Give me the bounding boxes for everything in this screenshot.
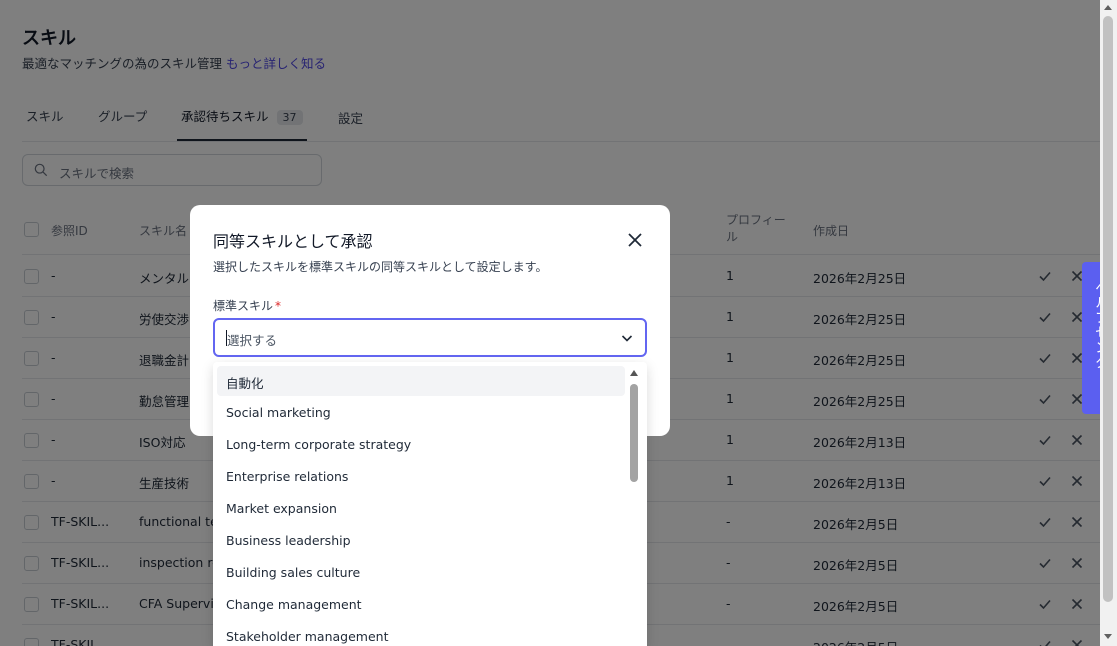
- dropdown-option[interactable]: Social marketing: [217, 398, 625, 428]
- dropdown-scrollbar[interactable]: [627, 362, 643, 646]
- dropdown-option[interactable]: 自動化: [217, 366, 625, 396]
- dropdown-scrollbar-thumb[interactable]: [630, 384, 638, 482]
- dropdown-option[interactable]: Enterprise relations: [217, 462, 625, 492]
- skill-options-dropdown: 自動化 Social marketing Long-term corporate s…: [213, 362, 647, 646]
- dropdown-option[interactable]: Stakeholder management: [217, 622, 625, 646]
- page-scrollbar[interactable]: [1100, 0, 1117, 646]
- modal-description: 選択したスキルを標準スキルの同等スキルとして設定します。: [213, 260, 548, 274]
- scroll-up-arrow[interactable]: [1104, 5, 1112, 10]
- required-mark: *: [275, 299, 282, 313]
- dropdown-option[interactable]: Business leadership: [217, 526, 625, 556]
- field-label-text: 標準スキル: [213, 299, 274, 313]
- standard-skill-select[interactable]: 選択する: [213, 318, 647, 357]
- chevron-down-icon[interactable]: [620, 331, 634, 345]
- select-placeholder: 選択する: [227, 333, 278, 348]
- dropdown-option[interactable]: Change management: [217, 590, 625, 620]
- dropdown-scroll-up-arrow[interactable]: [630, 370, 638, 376]
- dropdown-option[interactable]: Market expansion: [217, 494, 625, 524]
- modal-title: 同等スキルとして承認: [213, 232, 373, 251]
- dropdown-option[interactable]: Building sales culture: [217, 558, 625, 588]
- close-icon[interactable]: [626, 231, 644, 249]
- dropdown-option[interactable]: Long-term corporate strategy: [217, 430, 625, 460]
- scroll-down-arrow[interactable]: [1104, 634, 1112, 639]
- scrollbar-thumb[interactable]: [1103, 16, 1113, 602]
- standard-skill-label: 標準スキル *: [213, 297, 281, 314]
